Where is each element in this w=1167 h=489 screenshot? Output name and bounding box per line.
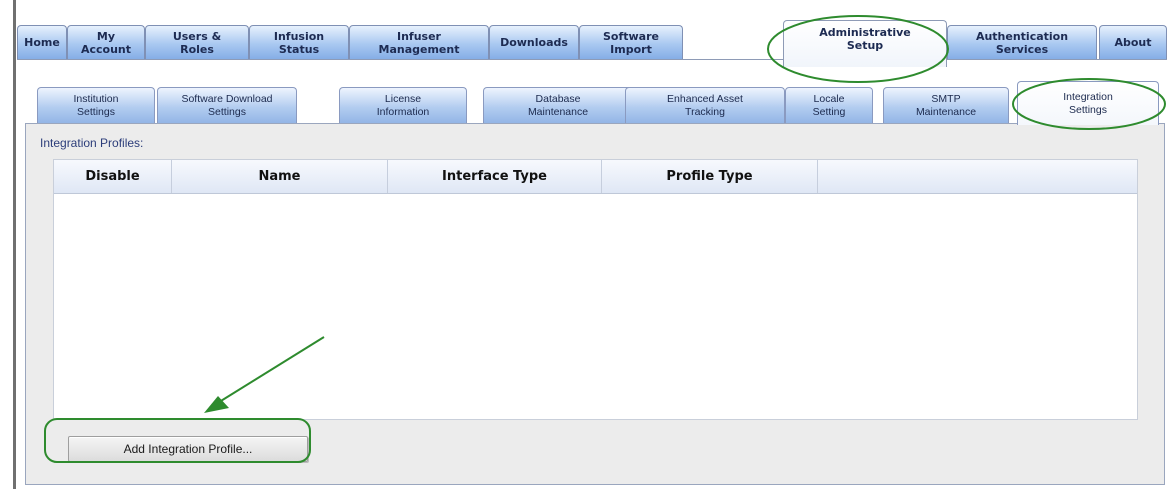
subtab-license-information[interactable]: License Information [339, 87, 467, 123]
integration-profiles-label: Integration Profiles: [40, 136, 144, 150]
main-tab-strip [17, 59, 1167, 82]
subtab-locale-setting[interactable]: Locale Setting [785, 87, 873, 123]
tab-label: Authentication Services [975, 29, 1069, 56]
subtab-label: License Information [376, 92, 430, 118]
tab-authentication-services[interactable]: Authentication Services [947, 25, 1097, 59]
tab-label: Users & Roles [172, 29, 222, 56]
column-header-disable[interactable]: Disable [54, 160, 172, 193]
tab-my-account[interactable]: My Account [67, 25, 145, 59]
subtab-label: Enhanced Asset Tracking [667, 92, 743, 118]
subtab-database-maintenance[interactable]: Database Maintenance [483, 87, 633, 123]
add-integration-profile-button[interactable]: Add Integration Profile... [68, 436, 308, 462]
main-tab-bar: Home My Account Users & Roles Infusion S… [17, 15, 1167, 82]
tab-label: Home [24, 36, 60, 49]
window-left-border [13, 0, 16, 489]
tab-about[interactable]: About [1099, 25, 1167, 59]
column-header-name[interactable]: Name [172, 160, 388, 193]
subtab-label: Integration Settings [1063, 90, 1113, 116]
subtab-software-download-settings[interactable]: Software Download Settings [157, 87, 297, 123]
column-header-extra [818, 160, 1137, 193]
tab-software-import[interactable]: Software Import [579, 25, 683, 59]
tab-label: Administrative Setup [819, 26, 911, 52]
tab-label: Software Import [603, 29, 659, 56]
column-header-profile-type[interactable]: Profile Type [602, 160, 818, 193]
tab-label: About [1114, 36, 1152, 49]
tab-label: Downloads [500, 36, 568, 49]
integration-profiles-table[interactable]: Disable Name Interface Type Profile Type [53, 159, 1138, 420]
tab-infuser-management[interactable]: Infuser Management [349, 25, 489, 59]
column-header-interface-type[interactable]: Interface Type [388, 160, 602, 193]
subtab-integration-settings[interactable]: Integration Settings [1017, 81, 1159, 125]
subtab-institution-settings[interactable]: Institution Settings [37, 87, 155, 123]
subtab-label: Institution Settings [73, 92, 119, 118]
tab-label: My Account [80, 29, 132, 56]
tab-infusion-status[interactable]: Infusion Status [249, 25, 349, 59]
tab-downloads[interactable]: Downloads [489, 25, 579, 59]
tab-label: Infuser Management [378, 29, 460, 56]
subtab-smtp-maintenance[interactable]: SMTP Maintenance [883, 87, 1009, 123]
subtab-label: Database Maintenance [527, 92, 589, 118]
tab-label: Infusion Status [273, 29, 325, 56]
integration-settings-panel: Integration Profiles: Disable Name Inter… [25, 123, 1165, 485]
tab-home[interactable]: Home [17, 25, 67, 59]
tab-users-roles[interactable]: Users & Roles [145, 25, 249, 59]
subtab-label: SMTP Maintenance [915, 92, 977, 118]
table-header: Disable Name Interface Type Profile Type [54, 160, 1137, 194]
admin-frame: Home My Account Users & Roles Infusion S… [17, 15, 1167, 489]
subtab-label: Locale Setting [812, 92, 846, 118]
tab-administrative-setup[interactable]: Administrative Setup [783, 20, 947, 67]
subtab-enhanced-asset-tracking[interactable]: Enhanced Asset Tracking [625, 87, 785, 123]
subtab-label: Software Download Settings [181, 92, 273, 118]
